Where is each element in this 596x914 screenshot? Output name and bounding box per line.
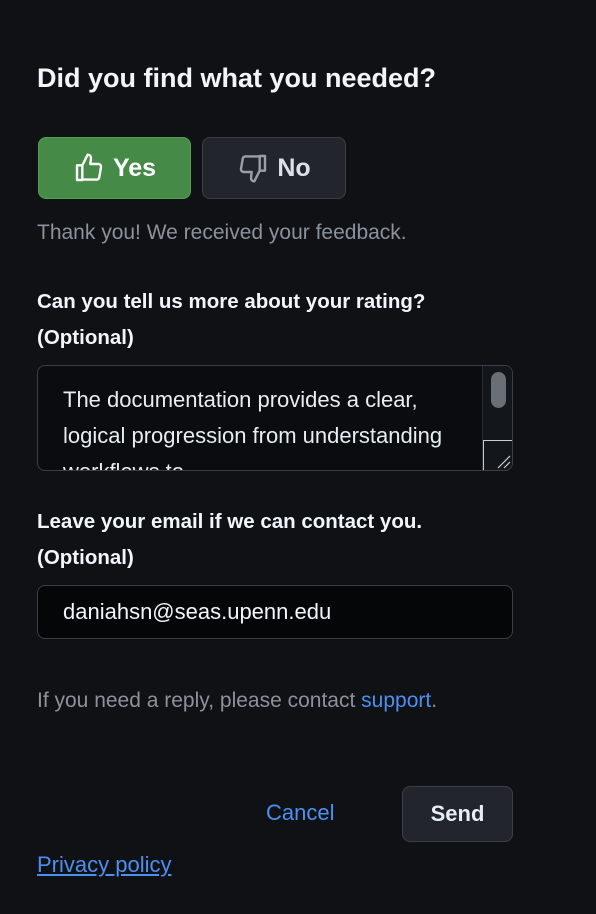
support-link[interactable]: support bbox=[361, 689, 431, 712]
no-button[interactable]: No bbox=[202, 137, 346, 199]
send-button[interactable]: Send bbox=[402, 786, 513, 842]
thumbs-down-icon bbox=[240, 154, 267, 183]
no-label: No bbox=[277, 153, 311, 182]
reply-end: . bbox=[431, 689, 438, 712]
yes-button[interactable]: Yes bbox=[38, 137, 191, 199]
cancel-button[interactable]: Cancel bbox=[266, 800, 334, 826]
email-label: Leave your email if we can contact you. … bbox=[37, 510, 423, 569]
resize-grip-icon[interactable] bbox=[483, 440, 512, 470]
thumbs-up-icon bbox=[75, 153, 103, 182]
rating-text: The documentation provides a clear, logi… bbox=[63, 387, 443, 470]
rating-label: Can you tell us more about your rating? … bbox=[37, 290, 426, 349]
email-input[interactable] bbox=[37, 585, 513, 639]
scrollbar-thumb[interactable] bbox=[491, 372, 506, 408]
textarea-scrollbar[interactable] bbox=[482, 366, 512, 470]
thanks-message: Thank you! We received your feedback. bbox=[37, 221, 407, 244]
feedback-title: Did you find what you needed? bbox=[37, 63, 437, 93]
rating-textarea[interactable]: The documentation provides a clear, logi… bbox=[37, 365, 513, 471]
yes-label: Yes bbox=[112, 153, 157, 182]
privacy-policy-link[interactable]: Privacy policy bbox=[37, 852, 171, 878]
reply-note: If you need a reply, please contact supp… bbox=[37, 680, 457, 722]
reply-text: If you need a reply, please contact bbox=[37, 689, 356, 712]
